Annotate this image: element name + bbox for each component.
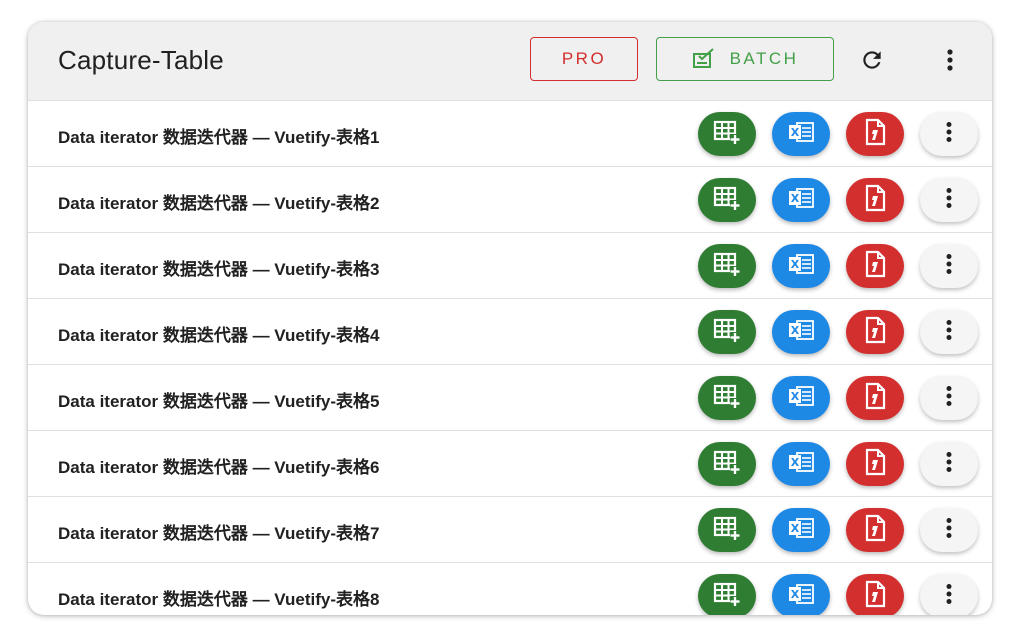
row-title[interactable]: Data iterator 数据迭代器 — Vuetify-表格3: [58, 255, 379, 280]
table-add-icon: [712, 317, 742, 348]
excel-icon: X: [786, 186, 816, 215]
table-add-button[interactable]: [698, 310, 756, 354]
excel-export-button[interactable]: X: [772, 178, 830, 222]
table-add-button[interactable]: [698, 442, 756, 486]
row-more-button[interactable]: [920, 310, 978, 354]
table-row[interactable]: Data iterator 数据迭代器 — Vuetify-表格6 X: [28, 431, 992, 497]
table-row[interactable]: Data iterator 数据迭代器 — Vuetify-表格2 X: [28, 167, 992, 233]
more-vertical-icon: [945, 319, 953, 346]
excel-export-button[interactable]: X: [772, 442, 830, 486]
excel-export-button[interactable]: X: [772, 310, 830, 354]
svg-text:X: X: [791, 324, 800, 337]
pdf-export-button[interactable]: [846, 574, 904, 615]
row-more-button[interactable]: [920, 178, 978, 222]
pdf-export-button[interactable]: [846, 442, 904, 486]
svg-text:X: X: [791, 126, 800, 139]
table-row[interactable]: Data iterator 数据迭代器 — Vuetify-表格8 X: [28, 563, 992, 615]
page-title: Capture-Table: [58, 45, 224, 75]
svg-text:X: X: [791, 456, 800, 469]
excel-icon: X: [786, 516, 816, 545]
table-add-icon: [712, 119, 742, 150]
pdf-icon: [863, 184, 887, 217]
table-add-button[interactable]: [698, 112, 756, 156]
pdf-export-button[interactable]: [846, 376, 904, 420]
pdf-export-button[interactable]: [846, 244, 904, 288]
table-row[interactable]: Data iterator 数据迭代器 — Vuetify-表格1 X: [28, 101, 992, 167]
row-more-button[interactable]: [920, 376, 978, 420]
refresh-icon[interactable]: [857, 45, 887, 75]
more-vertical-icon: [945, 253, 953, 280]
pdf-icon: [863, 514, 887, 547]
more-vertical-icon: [945, 187, 953, 214]
more-vertical-icon: [945, 121, 953, 148]
svg-text:X: X: [791, 390, 800, 403]
pdf-export-button[interactable]: [846, 112, 904, 156]
table-add-button[interactable]: [698, 574, 756, 615]
more-vertical-icon: [945, 451, 953, 478]
excel-icon: X: [786, 120, 816, 149]
row-title[interactable]: Data iterator 数据迭代器 — Vuetify-表格4: [58, 321, 379, 346]
excel-icon: X: [786, 252, 816, 281]
pdf-export-button[interactable]: [846, 178, 904, 222]
pdf-icon: [863, 118, 887, 151]
pdf-icon: [863, 448, 887, 481]
excel-export-button[interactable]: X: [772, 508, 830, 552]
more-vertical-icon: [945, 517, 953, 544]
table-row[interactable]: Data iterator 数据迭代器 — Vuetify-表格3 X: [28, 233, 992, 299]
more-vertical-icon: [945, 583, 953, 610]
row-title[interactable]: Data iterator 数据迭代器 — Vuetify-表格8: [58, 585, 379, 610]
svg-text:X: X: [791, 258, 800, 271]
table-add-button[interactable]: [698, 178, 756, 222]
excel-icon: X: [786, 450, 816, 479]
excel-export-button[interactable]: X: [772, 112, 830, 156]
table-add-icon: [712, 581, 742, 612]
pdf-icon: [863, 580, 887, 613]
pdf-icon: [863, 382, 887, 415]
excel-export-button[interactable]: X: [772, 376, 830, 420]
excel-icon: X: [786, 384, 816, 413]
excel-icon: X: [786, 582, 816, 611]
table-row[interactable]: Data iterator 数据迭代器 — Vuetify-表格7 X: [28, 497, 992, 563]
table-list: Data iterator 数据迭代器 — Vuetify-表格1 X Data…: [28, 101, 992, 615]
more-vertical-icon: [945, 385, 953, 412]
pdf-icon: [863, 250, 887, 283]
table-add-button[interactable]: [698, 376, 756, 420]
table-add-button[interactable]: [698, 508, 756, 552]
row-more-button[interactable]: [920, 442, 978, 486]
excel-export-button[interactable]: X: [772, 244, 830, 288]
toolbar: Capture-Table PRO BATCH: [28, 22, 992, 101]
table-row[interactable]: Data iterator 数据迭代器 — Vuetify-表格5 X: [28, 365, 992, 431]
batch-check-icon: [692, 48, 716, 70]
row-title[interactable]: Data iterator 数据迭代器 — Vuetify-表格7: [58, 519, 379, 544]
svg-text:X: X: [791, 588, 800, 601]
row-title[interactable]: Data iterator 数据迭代器 — Vuetify-表格2: [58, 189, 379, 214]
batch-button-label: BATCH: [729, 49, 799, 68]
excel-export-button[interactable]: X: [772, 574, 830, 615]
svg-text:X: X: [791, 192, 800, 205]
table-row[interactable]: Data iterator 数据迭代器 — Vuetify-表格4 X: [28, 299, 992, 365]
row-more-button[interactable]: [920, 244, 978, 288]
pdf-icon: [863, 316, 887, 349]
row-title[interactable]: Data iterator 数据迭代器 — Vuetify-表格5: [58, 387, 379, 412]
pro-button[interactable]: PRO: [530, 37, 638, 81]
table-add-icon: [712, 251, 742, 282]
more-vertical-icon[interactable]: [935, 45, 965, 75]
row-title[interactable]: Data iterator 数据迭代器 — Vuetify-表格6: [58, 453, 379, 478]
pdf-export-button[interactable]: [846, 508, 904, 552]
row-more-button[interactable]: [920, 508, 978, 552]
excel-icon: X: [786, 318, 816, 347]
row-more-button[interactable]: [920, 574, 978, 615]
pdf-export-button[interactable]: [846, 310, 904, 354]
table-add-icon: [712, 383, 742, 414]
table-add-icon: [712, 449, 742, 480]
capture-table-card: Capture-Table PRO BATCH Data iterator 数据…: [28, 22, 992, 615]
table-add-icon: [712, 185, 742, 216]
row-title[interactable]: Data iterator 数据迭代器 — Vuetify-表格1: [58, 123, 379, 148]
svg-text:X: X: [791, 522, 800, 535]
row-more-button[interactable]: [920, 112, 978, 156]
pro-button-label: PRO: [561, 49, 607, 68]
table-add-icon: [712, 515, 742, 546]
table-add-button[interactable]: [698, 244, 756, 288]
batch-button[interactable]: BATCH: [656, 37, 834, 81]
